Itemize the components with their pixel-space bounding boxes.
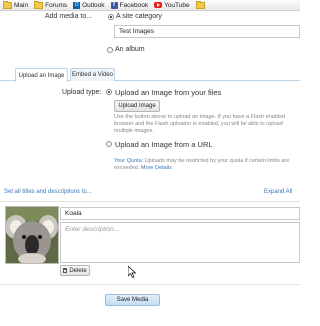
category-select[interactable]: Test Images xyxy=(114,25,300,38)
upload-url-label: Upload an Image from a URL xyxy=(115,140,213,149)
outlook-icon: O xyxy=(73,1,81,9)
koala-image xyxy=(6,207,58,263)
save-media-button[interactable]: Save Media xyxy=(105,294,160,306)
upload-files-label: Upload an Image from your files xyxy=(115,88,222,97)
radio-album[interactable] xyxy=(107,47,113,53)
upload-image-button[interactable]: Upload Image xyxy=(114,100,160,112)
description-input[interactable]: Enter description... xyxy=(60,222,300,263)
radio-upload-url[interactable] xyxy=(106,141,112,147)
tab-upload-image[interactable]: Upload an Image xyxy=(15,68,68,82)
folder-icon xyxy=(195,0,205,9)
folder-icon xyxy=(3,0,12,9)
set-all-link[interactable]: Set all titles and descriptions to... xyxy=(4,189,92,195)
description-placeholder: Enter description... xyxy=(65,226,120,233)
radio-site-category[interactable] xyxy=(108,14,114,20)
bookmark-main[interactable]: Main xyxy=(3,0,28,9)
album-label: An album xyxy=(115,46,145,53)
expand-all-link[interactable]: Expand All xyxy=(264,189,292,195)
upload-help-text: Use the button above to upload an image.… xyxy=(114,114,286,134)
footer-divider xyxy=(0,284,300,285)
radio-upload-files[interactable] xyxy=(106,89,112,95)
category-value: Test Images xyxy=(119,28,155,35)
bookmark-youtube[interactable]: YouTube xyxy=(154,2,190,9)
title-input[interactable]: Koala xyxy=(60,207,300,220)
quota-notice: Your Quota: Uploads may be restricted by… xyxy=(114,158,296,172)
add-media-label: Add media to... xyxy=(45,13,93,20)
site-category-label: A site category xyxy=(116,13,162,20)
mouse-cursor-icon xyxy=(128,266,136,278)
folder-icon xyxy=(34,0,44,9)
tab-embed-video[interactable]: Embed a Video xyxy=(70,68,115,81)
bookmark-facebook[interactable]: f Facebook xyxy=(110,1,148,9)
facebook-icon: f xyxy=(110,1,118,9)
trash-icon xyxy=(63,268,68,273)
more-details-link[interactable]: More Details xyxy=(141,165,172,171)
bookmark-forums[interactable]: Forums xyxy=(34,0,67,9)
delete-button[interactable]: Delete xyxy=(60,265,90,276)
bookmark-outlook[interactable]: O Outlook xyxy=(73,1,105,9)
koala-thumbnail[interactable] xyxy=(5,206,59,264)
youtube-icon xyxy=(154,2,163,8)
title-value: Koala xyxy=(65,210,82,217)
upload-type-label: Upload type: xyxy=(62,89,102,96)
bookmarks-bar: Main Forums O Outlook f Facebook YouTube xyxy=(0,0,300,11)
bookmark-folder[interactable] xyxy=(195,0,207,9)
list-divider xyxy=(0,201,300,202)
quota-label: Your Quota: xyxy=(114,158,144,164)
